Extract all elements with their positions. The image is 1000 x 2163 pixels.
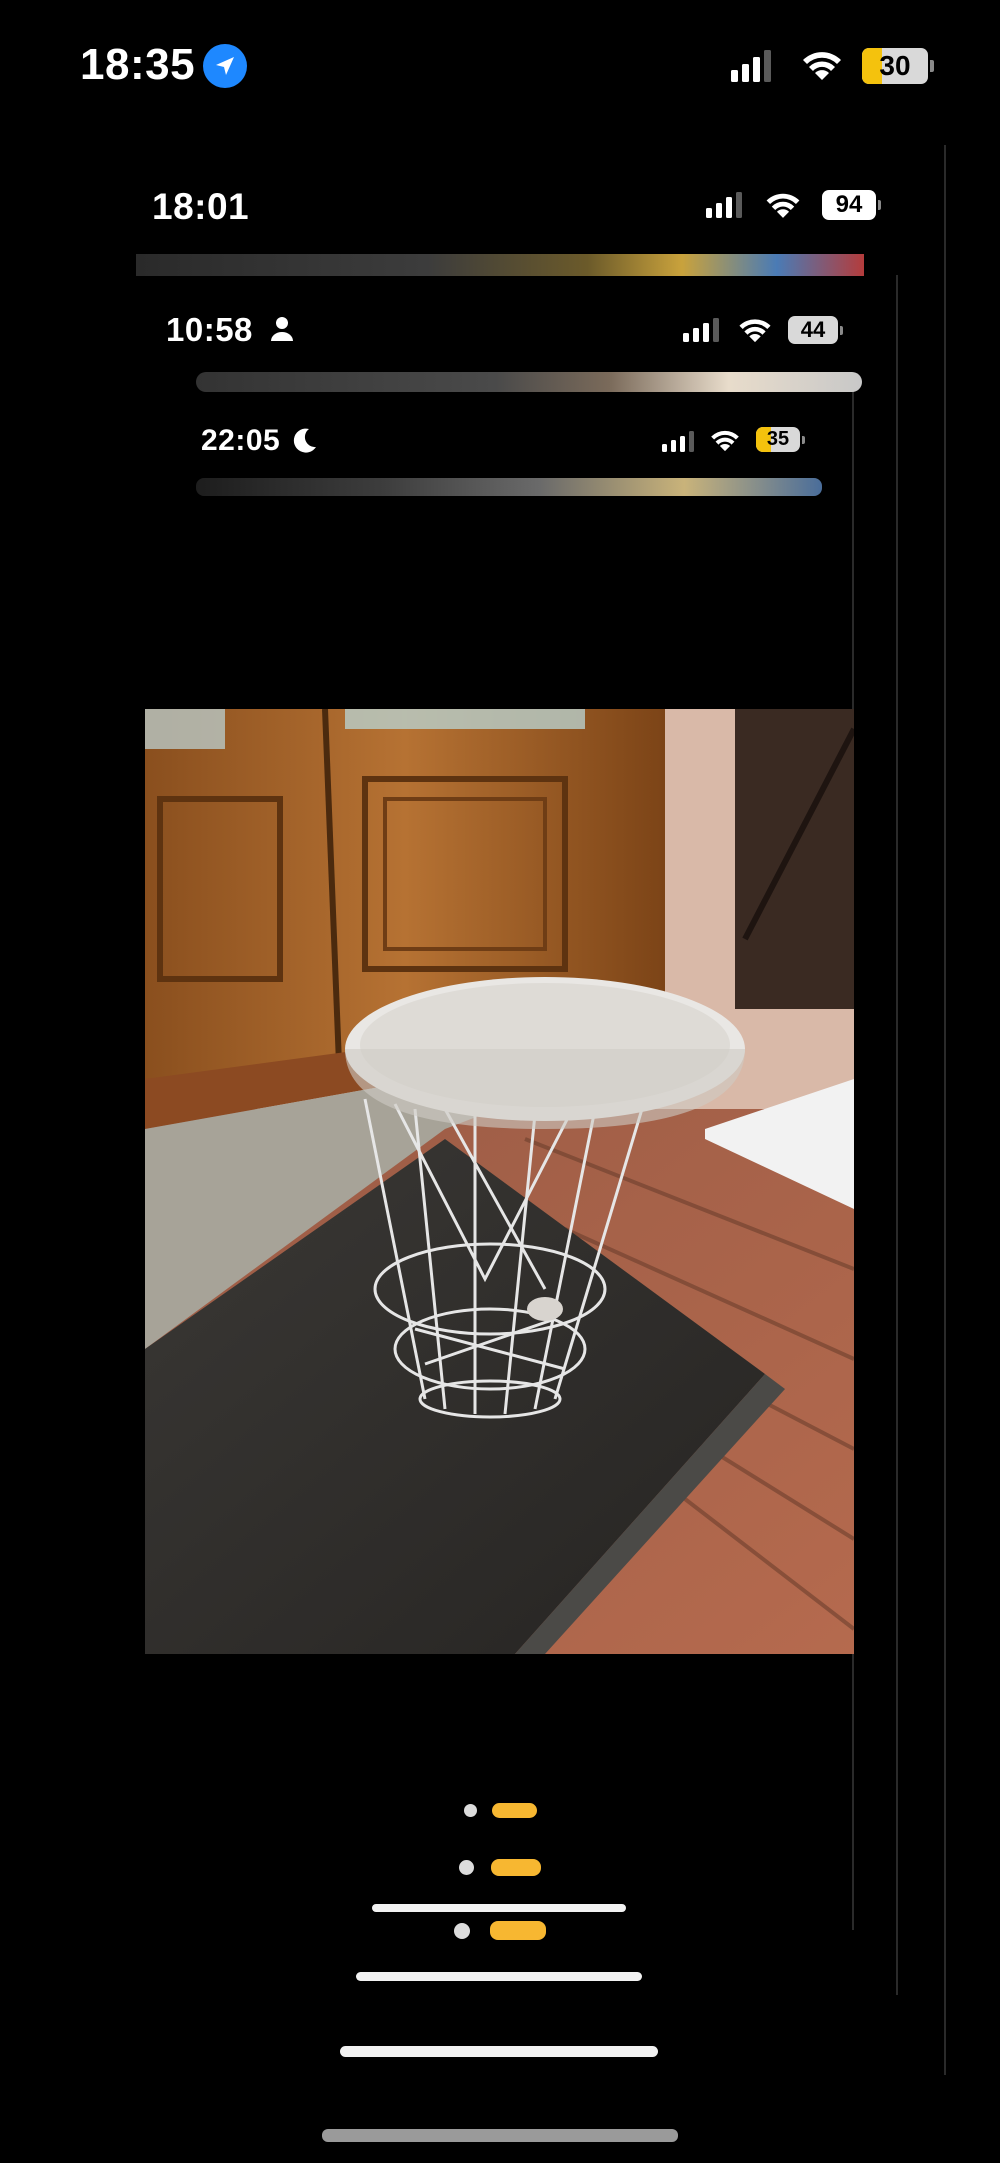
signal-icon: [662, 431, 694, 452]
battery-level: 44: [800, 317, 826, 342]
moon-icon: [292, 427, 318, 460]
product-photo[interactable]: [145, 709, 854, 1654]
active-page-pill: [492, 1803, 537, 1818]
screenshot-edge: [944, 145, 946, 2075]
wifi-icon: [764, 188, 802, 225]
signal-icon: [706, 192, 742, 218]
status-bar-outer: 18:35 30: [0, 0, 1000, 120]
photo-strip: [196, 372, 862, 392]
active-page-pill: [491, 1859, 541, 1876]
dot-icon: [459, 1860, 474, 1875]
status-time: 18:01: [152, 186, 250, 227]
battery-level: 30: [879, 50, 911, 81]
battery-level: 94: [835, 191, 863, 218]
status-time: 18:35: [80, 40, 196, 89]
status-bar-nested-2: 10:58 44: [140, 290, 860, 370]
battery-icon: 44: [788, 316, 843, 344]
status-time: 22:05: [201, 424, 281, 457]
page-indicator[interactable]: [455, 1856, 545, 1876]
wifi-icon: [737, 314, 773, 349]
wifi-icon: [709, 426, 741, 458]
status-bar-nested-3: 22:05 35: [144, 398, 854, 488]
active-page-pill: [490, 1921, 546, 1940]
home-indicator[interactable]: [322, 2129, 678, 2142]
status-time: 10:58: [166, 311, 253, 348]
home-indicator[interactable]: [356, 1972, 642, 1981]
dot-icon: [454, 1923, 470, 1939]
signal-icon: [683, 318, 719, 342]
signal-icon: [731, 50, 771, 82]
page-indicator[interactable]: [460, 1800, 540, 1820]
battery-icon: 30: [862, 48, 934, 84]
dot-icon: [464, 1804, 477, 1817]
page-indicator[interactable]: [450, 1919, 550, 1941]
battery-icon: 94: [822, 190, 881, 220]
photo-strip: [136, 254, 864, 276]
person-icon: [270, 314, 294, 349]
home-indicator[interactable]: [340, 2046, 658, 2057]
battery-level: 35: [766, 428, 790, 450]
battery-icon: 35: [756, 427, 805, 452]
home-indicator[interactable]: [372, 1904, 626, 1912]
location-arrow-icon: [203, 44, 247, 88]
wifi-icon: [800, 46, 844, 87]
screenshot-edge: [896, 275, 898, 1995]
photo-strip: [196, 478, 822, 496]
